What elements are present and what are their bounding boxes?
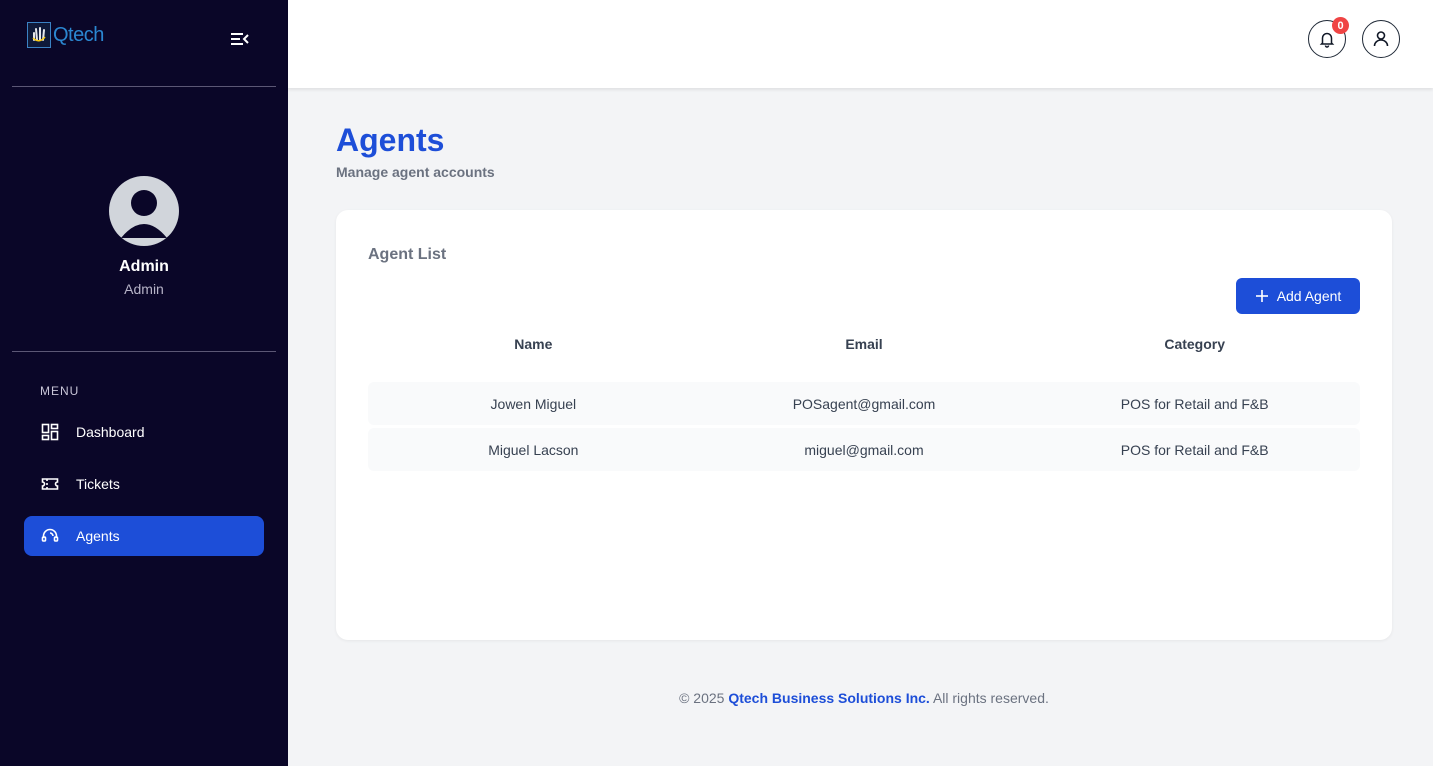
table-header: Name Email Category <box>368 328 1360 360</box>
footer-rights-text: All rights reserved. <box>929 690 1049 706</box>
agent-email-cell: miguel@gmail.com <box>804 441 924 458</box>
agent-category-cell: POS for Retail and F&B <box>1120 441 1269 458</box>
notifications-button[interactable]: 0 <box>1308 17 1349 58</box>
column-header-category[interactable]: Category <box>1029 336 1360 352</box>
sidebar-item-agents[interactable]: Agents <box>24 516 264 556</box>
headset-icon <box>40 526 60 546</box>
user-menu-button[interactable] <box>1362 20 1400 58</box>
user-name: Admin <box>119 258 169 275</box>
sidebar-divider <box>12 86 276 87</box>
brand-name: Qtech <box>53 23 104 46</box>
user-avatar-icon <box>121 190 167 238</box>
card-title: Agent List <box>368 246 447 263</box>
sidebar-item-dashboard[interactable]: Dashboard <box>24 412 264 452</box>
column-header-email[interactable]: Email <box>699 336 1030 352</box>
dashboard-icon <box>40 422 60 442</box>
page-title: Agents <box>336 122 445 158</box>
table-row[interactable]: Jowen Miguel POSagent@gmail.com POS for … <box>368 382 1360 425</box>
qtech-hand-logo-icon <box>27 22 51 48</box>
sidebar: Qtech Admin Admin MENU Dashboard Tickets… <box>0 0 288 766</box>
user-role: Admin <box>124 281 164 297</box>
footer-company-link[interactable]: Qtech Business Solutions Inc. <box>728 690 929 706</box>
agent-name-cell: Jowen Miguel <box>490 395 577 412</box>
collapse-menu-button[interactable] <box>226 28 252 50</box>
avatar <box>109 176 179 246</box>
footer-copyright-prefix: © 2025 <box>679 690 729 706</box>
top-bar: 0 <box>288 0 1433 88</box>
sidebar-item-label: Agents <box>76 528 120 544</box>
agents-table: Name Email Category Jowen Miguel POSagen… <box>368 328 1360 474</box>
ticket-icon <box>40 474 60 494</box>
agent-category-cell: POS for Retail and F&B <box>1120 395 1269 412</box>
collapse-menu-icon <box>231 33 249 45</box>
column-header-name[interactable]: Name <box>368 336 699 352</box>
add-agent-label: Add Agent <box>1276 288 1342 304</box>
brand-logo[interactable]: Qtech <box>27 22 104 48</box>
agent-email-cell: POSagent@gmail.com <box>792 395 936 412</box>
notification-count-badge: 0 <box>1332 17 1349 34</box>
sidebar-item-label: Tickets <box>76 476 120 492</box>
sidebar-item-label: Dashboard <box>76 424 145 440</box>
agent-list-card: Agent List Add Agent Name Email Category… <box>336 210 1392 640</box>
page-subtitle: Manage agent accounts <box>336 164 495 180</box>
menu-section-label: MENU <box>40 384 80 398</box>
sidebar-item-tickets[interactable]: Tickets <box>24 464 264 504</box>
sidebar-divider <box>12 351 276 352</box>
user-icon <box>1373 31 1389 47</box>
table-body: Jowen Miguel POSagent@gmail.com POS for … <box>368 382 1360 471</box>
add-agent-button[interactable]: Add Agent <box>1236 278 1360 314</box>
agent-name-cell: Miguel Lacson <box>488 441 579 458</box>
plus-icon <box>1255 290 1268 302</box>
bell-icon <box>1319 32 1335 48</box>
table-row[interactable]: Miguel Lacson miguel@gmail.com POS for R… <box>368 428 1360 471</box>
footer: © 2025 Qtech Business Solutions Inc. All… <box>336 690 1392 706</box>
